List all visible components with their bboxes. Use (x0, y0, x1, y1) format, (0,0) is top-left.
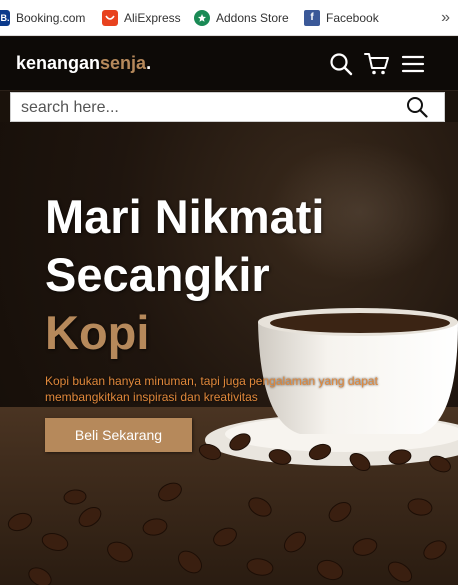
logo-accent: senja (100, 53, 147, 73)
bookmark-booking[interactable]: B. Booking.com (0, 0, 85, 36)
aliexpress-icon (102, 9, 118, 26)
bookmark-label: Facebook (326, 10, 379, 25)
hero-section: Mari Nikmati Secangkir Kopi Kopi bukan h… (0, 122, 458, 585)
booking-icon: B. (0, 9, 10, 26)
hamburger-menu-icon[interactable] (401, 52, 425, 76)
addons-store-icon (194, 9, 210, 26)
bookmark-addons-store[interactable]: Addons Store (194, 0, 289, 36)
bookmark-label: Booking.com (16, 10, 86, 25)
bookmark-label: Addons Store (216, 10, 289, 25)
cart-icon[interactable] (364, 52, 389, 76)
search-icon[interactable] (329, 52, 353, 76)
search-input[interactable] (19, 96, 399, 120)
bookmarks-bar: B. Booking.com AliExpress Addons Store f… (0, 0, 458, 36)
bookmark-aliexpress[interactable]: AliExpress (102, 0, 181, 36)
more-bookmarks-chevron-icon[interactable]: » (441, 0, 450, 36)
bookmark-facebook[interactable]: f Facebook (304, 0, 379, 36)
search-bar (10, 92, 445, 122)
buy-now-button[interactable]: Beli Sekarang (45, 418, 192, 452)
navbar: kenangansenja. (0, 37, 458, 91)
bookmark-label: AliExpress (124, 10, 181, 25)
logo-main: kenangan (16, 53, 101, 73)
hero-description: Kopi bukan hanya minuman, tapi juga peng… (45, 374, 378, 404)
hero-title-line-1: Mari Nikmati (45, 190, 325, 243)
logo-dot: . (146, 53, 152, 73)
hero-title-line-3: Kopi (45, 306, 150, 359)
logo[interactable]: kenangansenja. (16, 53, 151, 74)
facebook-icon: f (304, 9, 320, 26)
search-submit-icon[interactable] (406, 96, 428, 118)
hero-title-line-2: Secangkir (45, 248, 270, 301)
hero-title: Mari Nikmati Secangkir Kopi (45, 188, 324, 362)
